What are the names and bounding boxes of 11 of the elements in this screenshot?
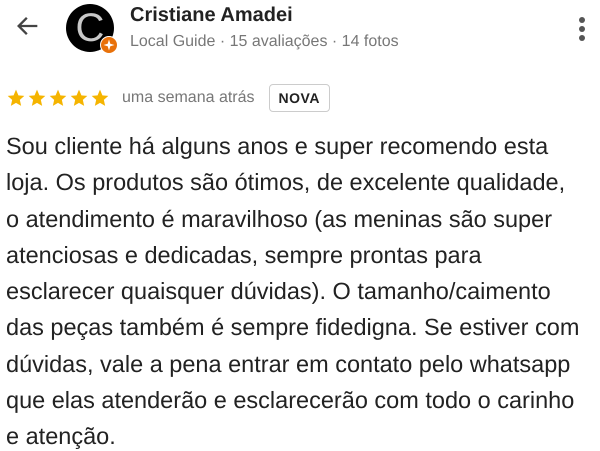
reviewer-name: Cristiane Amadei [130,4,294,27]
review-text: Sou cliente há alguns anos e super recomendo esta loja. Os produtos são ótimos, de excelente qualidade, o atendimento é maravilhoso (as meninas são super atenciosas e dedicadas, sempre prontas para esclarecer quaisquer dúvidas). O tamanho/caimento das peças também é sempre fidedigna. Se estiver com dúvidas, vale a pena entrar em contato pelo whatsapp que elas atenderão e esclarecerão com todo o carinho e atenção. [6,132,580,451]
more-options-icon[interactable] [578,16,586,42]
new-badge: NOVA [268,84,330,112]
star-icon [48,88,68,108]
reviewer-meta: Local Guide · 15 avaliações · 14 fotos [130,33,400,51]
star-icon [6,88,26,108]
review-time: uma semana atrás [122,89,255,107]
star-icon [27,88,47,108]
star-icon [90,88,110,108]
star-icon [69,88,89,108]
